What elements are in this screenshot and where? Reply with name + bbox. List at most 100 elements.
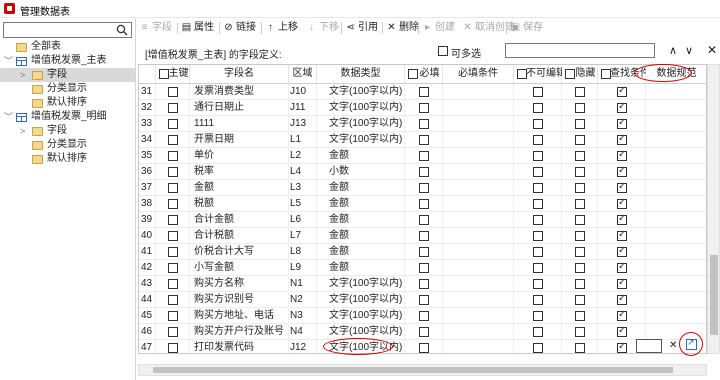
sidebar-search-input[interactable] [3,22,132,38]
search-condition-checkbox[interactable] [617,245,627,257]
field-area[interactable]: L7 [290,228,317,244]
hidden-checkbox[interactable] [575,327,585,337]
toolbar-button-6[interactable]: ✕ 删除 [386,21,419,35]
field-data-type[interactable]: 文字(100字以内) [329,84,405,100]
hidden-checkbox[interactable] [575,231,585,241]
primary-key-checkbox[interactable] [168,167,178,177]
read-only-checkbox[interactable] [533,87,543,97]
read-only-checkbox[interactable] [533,167,543,177]
field-name[interactable]: 价税合计大写 [194,244,289,260]
column-header-type[interactable]: 数据类型 [317,65,405,83]
field-area[interactable]: L1 [290,132,317,148]
field-name[interactable]: 税率 [194,164,289,180]
data-spec-edit-input[interactable] [636,339,662,353]
field-name[interactable]: 购买方名称 [194,276,289,292]
primary-key-checkbox[interactable] [168,135,178,145]
multi-select-checkbox[interactable] [438,46,448,56]
table-row[interactable]: 38 税额 L5 金额 [139,196,706,212]
field-data-type[interactable]: 金额 [329,148,405,164]
header-checkbox[interactable] [565,69,575,79]
field-area[interactable]: N1 [290,276,317,292]
sidebar-item[interactable]: ﹀ 增值税发票_主表 [0,54,135,68]
expand-toggle-icon[interactable]: > [20,68,28,82]
horizontal-scroll-thumb[interactable] [153,367,673,373]
hidden-checkbox[interactable] [575,215,585,225]
toolbar-button-4[interactable]: ↓ 下移 [306,21,339,35]
sidebar-item[interactable]: 分类显示 [0,82,135,96]
search-condition-checkbox[interactable] [617,165,627,177]
hidden-checkbox[interactable] [575,263,585,273]
column-header-cond[interactable]: 必填条件 [443,65,514,83]
required-checkbox[interactable] [419,119,429,129]
primary-key-checkbox[interactable] [168,119,178,129]
sidebar-item[interactable]: 分类显示 [0,138,135,152]
horizontal-scrollbar[interactable] [138,364,707,376]
hidden-checkbox[interactable] [575,119,585,129]
field-area[interactable]: L5 [290,196,317,212]
header-checkbox[interactable] [159,69,169,79]
field-name[interactable]: 打印发票代码 [194,340,289,353]
field-data-type[interactable]: 文字(100字以内) [329,100,405,116]
read-only-checkbox[interactable] [533,199,543,209]
field-data-type[interactable]: 文字(100字以内) [329,132,405,148]
field-name[interactable]: 通行日期止 [194,100,289,116]
find-input[interactable] [505,43,655,58]
close-icon[interactable]: ✕ [707,43,717,57]
search-icon[interactable] [116,24,128,36]
toolbar-button-3[interactable]: ↑ 上移 [265,21,298,35]
primary-key-checkbox[interactable] [168,343,178,353]
table-row[interactable]: 47 打印发票代码 J12 文字(100字以内) [139,340,706,353]
field-data-type[interactable]: 金额 [329,244,405,260]
table-row[interactable]: 42 小写金额 L9 金额 [139,260,706,276]
field-area[interactable]: L6 [290,212,317,228]
field-area[interactable]: N2 [290,292,317,308]
field-name[interactable]: 发票消费类型 [194,84,289,100]
required-checkbox[interactable] [419,167,429,177]
read-only-checkbox[interactable] [533,119,543,129]
hidden-checkbox[interactable] [575,167,585,177]
field-data-type[interactable]: 金额 [329,212,405,228]
hidden-checkbox[interactable] [575,199,585,209]
toolbar-button-5[interactable]: ⋖ 引用 [345,21,378,35]
field-data-type[interactable]: 金额 [329,196,405,212]
search-condition-checkbox[interactable] [617,149,627,161]
search-condition-checkbox[interactable] [617,133,627,145]
field-name[interactable]: 购买方地址、电话 [194,308,289,324]
field-name[interactable]: 税额 [194,196,289,212]
field-name[interactable]: 金额 [194,180,289,196]
read-only-checkbox[interactable] [533,279,543,289]
search-condition-checkbox[interactable] [617,101,627,113]
search-condition-checkbox[interactable] [617,293,627,305]
header-checkbox[interactable] [601,69,611,79]
hidden-checkbox[interactable] [575,279,585,289]
read-only-checkbox[interactable] [533,343,543,353]
column-header-area[interactable]: 区域 [289,65,317,83]
required-checkbox[interactable] [419,103,429,113]
field-name[interactable]: 合计金额 [194,212,289,228]
field-area[interactable]: L4 [290,164,317,180]
required-checkbox[interactable] [419,263,429,273]
field-name[interactable]: 1111 [194,116,289,132]
read-only-checkbox[interactable] [533,135,543,145]
required-checkbox[interactable] [419,327,429,337]
primary-key-checkbox[interactable] [168,327,178,337]
header-checkbox[interactable] [517,69,527,79]
expand-toggle-icon[interactable]: ﹀ [4,110,13,124]
hidden-checkbox[interactable] [575,87,585,97]
table-row[interactable]: 37 金额 L3 金额 [139,180,706,196]
field-area[interactable]: L8 [290,244,317,260]
field-area[interactable]: L9 [290,260,317,276]
column-header-name[interactable]: 字段名 [190,65,289,83]
table-row[interactable]: 43 购买方名称 N1 文字(100字以内) [139,276,706,292]
search-condition-checkbox[interactable] [617,229,627,241]
required-checkbox[interactable] [419,247,429,257]
toolbar-button-8[interactable]: ✕ 取消创建 [462,21,515,35]
table-row[interactable]: 40 合计税额 L7 金额 [139,228,706,244]
field-area[interactable]: J13 [290,116,317,132]
table-row[interactable]: 34 开票日期 L1 文字(100字以内) [139,132,706,148]
search-condition-checkbox[interactable] [617,325,627,337]
field-data-type[interactable]: 文字(100字以内) [329,308,405,324]
primary-key-checkbox[interactable] [168,263,178,273]
required-checkbox[interactable] [419,183,429,193]
search-condition-checkbox[interactable] [617,309,627,321]
